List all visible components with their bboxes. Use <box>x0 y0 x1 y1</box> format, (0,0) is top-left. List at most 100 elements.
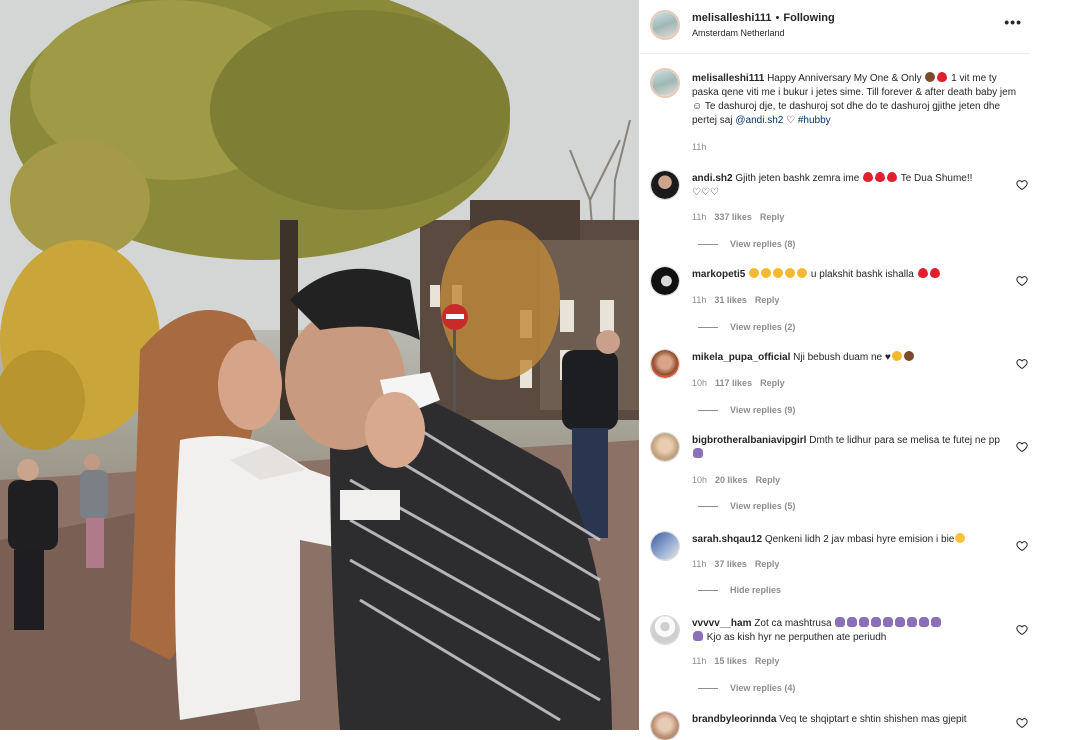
caption-time: 11h <box>692 142 707 152</box>
comment-avatar[interactable] <box>650 349 680 379</box>
facepalm-emoji-icon <box>883 617 894 627</box>
red-heart-icon <box>937 72 948 82</box>
facepalm-emoji-icon <box>693 448 703 458</box>
comment-username[interactable]: vvvvv__ham <box>692 618 752 629</box>
separator-dot: • <box>775 12 780 24</box>
heart-eyes-emoji-icon <box>749 268 760 278</box>
caption-username[interactable]: melisalleshi111 <box>692 73 764 84</box>
comment-likes[interactable]: 117 likes <box>715 378 752 388</box>
post-location[interactable]: Amsterdam Netherland <box>692 28 785 38</box>
comment-username[interactable]: markopeti5 <box>692 269 745 280</box>
comment-body: Gjith jeten bashk zemra ime <box>735 173 860 184</box>
heart-outline-icon[interactable] <box>1016 540 1028 552</box>
hide-replies-button[interactable]: Hide replies <box>698 585 781 595</box>
reply-button[interactable]: Reply <box>755 559 780 569</box>
facepalm-emoji-icon <box>907 617 918 627</box>
red-heart-icon <box>875 172 886 182</box>
heart-eyes-emoji-icon <box>785 268 796 278</box>
comment-avatar[interactable] <box>650 170 680 200</box>
reply-button[interactable]: Reply <box>756 475 781 485</box>
heart-outline-icon[interactable] <box>1016 179 1028 191</box>
comment-meta: 11h 337 likes Reply <box>692 212 792 222</box>
heart-outline-icon[interactable] <box>1016 275 1028 287</box>
reply-button[interactable]: Reply <box>755 295 780 305</box>
hide-replies-label: Hide replies <box>730 585 782 595</box>
comment-text: markopeti5 u plakshit bashk ishalla <box>692 268 1010 282</box>
author-username[interactable]: melisalleshi111 <box>692 12 772 24</box>
heart-eyes-emoji-icon <box>797 268 808 278</box>
reply-button[interactable]: Reply <box>760 378 785 388</box>
comment-avatar[interactable] <box>650 432 680 462</box>
caption-avatar[interactable] <box>650 68 680 98</box>
comment-username[interactable]: brandbyleorinnda <box>692 714 776 725</box>
facepalm-emoji-icon <box>693 631 703 641</box>
facepalm-emoji-icon <box>919 617 930 627</box>
view-replies-label: View replies (9) <box>730 405 796 415</box>
white-heart-icon: ♡♡♡ <box>692 187 719 198</box>
black-heart-icon: ♥ <box>884 352 891 363</box>
heart-eyes-emoji-icon <box>773 268 784 278</box>
heart-outline-icon[interactable] <box>1016 624 1028 636</box>
comment-text: mikela_pupa_official Nji bebush duam ne … <box>692 351 1010 365</box>
facepalm-emoji-icon <box>895 617 906 627</box>
comment-username[interactable]: andi.sh2 <box>692 173 733 184</box>
post-caption: melisalleshi111 Happy Anniversary My One… <box>692 72 1022 128</box>
author-avatar[interactable] <box>650 10 680 40</box>
red-heart-icon <box>887 172 898 182</box>
comment-meta: 11h 31 likes Reply <box>692 295 787 305</box>
comment-body: Nji bebush duam ne <box>793 352 883 363</box>
comment-time: 11h <box>692 656 707 666</box>
person-emoji-icon <box>903 351 914 361</box>
comment-avatar[interactable] <box>650 531 680 561</box>
comment-time: 11h <box>692 559 707 569</box>
comment-username[interactable]: mikela_pupa_official <box>692 352 790 363</box>
reply-button[interactable]: Reply <box>755 656 780 666</box>
facepalm-emoji-icon <box>835 617 846 627</box>
post-detail-panel: melisalleshi111 • Following Amsterdam Neth… <box>640 0 1030 740</box>
view-replies-button[interactable]: View replies (9) <box>698 405 795 415</box>
view-replies-label: View replies (4) <box>730 683 796 693</box>
comment-meta: 11h 15 likes Reply <box>692 656 787 666</box>
comment-text: vvvvv__ham Zot ca mashtrusa Kjo as kish … <box>692 617 1010 645</box>
caption-mention[interactable]: @andi.sh2 <box>735 115 783 126</box>
comment-time: 11h <box>692 295 707 305</box>
smiling-hearts-emoji-icon <box>891 351 902 361</box>
comment-meta: 10h 20 likes Reply <box>692 475 788 485</box>
comment-username[interactable]: sarah.shqau12 <box>692 534 762 545</box>
comment-time: 10h <box>692 378 708 388</box>
comment-body-2: Te Dua Shume!! <box>900 173 973 184</box>
comment-body: Veq te shqiptart e shtin shishen mas gje… <box>779 714 967 725</box>
view-replies-button[interactable]: View replies (5) <box>698 501 795 511</box>
comment-username[interactable]: bigbrotheralbaniavipgirl <box>692 435 806 446</box>
comment-likes[interactable]: 37 likes <box>714 559 747 569</box>
post-header: melisalleshi111 • Following Amsterdam Neth… <box>640 0 1030 54</box>
couple-emoji-icon <box>925 72 936 82</box>
comment-avatar[interactable] <box>650 711 680 740</box>
view-replies-button[interactable]: View replies (4) <box>698 683 795 693</box>
facepalm-emoji-icon <box>871 617 882 627</box>
view-replies-label: View replies (2) <box>730 322 796 332</box>
header-username-row: melisalleshi111 • Following <box>692 12 835 24</box>
comment-avatar[interactable] <box>650 266 680 296</box>
heart-outline-icon[interactable] <box>1016 441 1028 453</box>
following-button[interactable]: Following <box>783 12 834 24</box>
heart-outline-icon[interactable] <box>1016 717 1028 729</box>
facepalm-emoji-icon <box>847 617 858 627</box>
comment-text: brandbyleorinnda Veq te shqiptart e shti… <box>692 713 1010 727</box>
comment-likes[interactable]: 15 likes <box>714 656 747 666</box>
comment-time: 11h <box>692 212 707 222</box>
photo-illustration <box>0 0 639 730</box>
caption-hashtag[interactable]: #hubby <box>798 115 831 126</box>
heart-eyes-emoji-icon <box>761 268 772 278</box>
comment-likes[interactable]: 31 likes <box>714 295 747 305</box>
view-replies-button[interactable]: View replies (2) <box>698 322 795 332</box>
post-photo[interactable] <box>0 0 639 730</box>
view-replies-button[interactable]: View replies (8) <box>698 239 795 249</box>
more-options-icon[interactable]: ••• <box>1004 14 1022 30</box>
reply-button[interactable]: Reply <box>760 212 785 222</box>
comment-avatar[interactable] <box>650 615 680 645</box>
comment-likes[interactable]: 337 likes <box>714 212 752 222</box>
comment-text: bigbrotheralbaniavipgirl Dmth te lidhur … <box>692 434 1010 462</box>
heart-outline-icon[interactable] <box>1016 358 1028 370</box>
comment-likes[interactable]: 20 likes <box>715 475 748 485</box>
